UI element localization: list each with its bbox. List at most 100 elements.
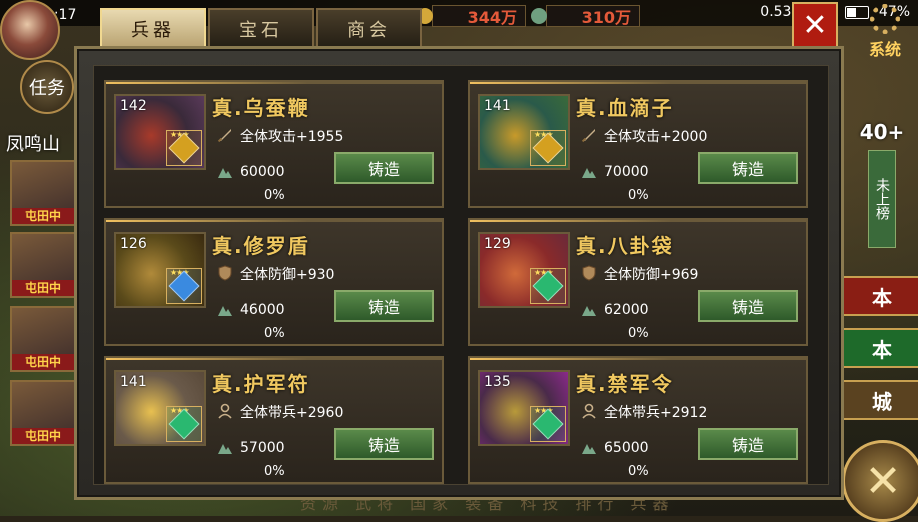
forge-button[interactable]: 铸造: [698, 152, 798, 184]
weapon-level: 135: [484, 374, 511, 390]
silver-icon: [218, 168, 232, 178]
forge-progress: 0%: [264, 188, 285, 203]
weapon-level: 142: [120, 98, 147, 114]
weapon-name: 真.护军符: [212, 372, 310, 396]
weapon-level: 129: [484, 236, 511, 252]
hero-status: 屯田中: [12, 208, 74, 224]
tab-gems[interactable]: 宝石: [208, 8, 314, 50]
weapon-stat: 全体防御+930: [240, 267, 335, 283]
forge-cost: 62000: [604, 302, 649, 318]
gem-slot: ★★★: [530, 406, 566, 442]
sword-icon: [217, 129, 231, 143]
gem-slot: ★★★: [530, 130, 566, 166]
weapon-name: 真.乌蚕鞭: [212, 96, 310, 120]
hero-portrait[interactable]: 屯田中: [10, 306, 76, 372]
forge-button-label: 铸造: [367, 160, 400, 179]
weapon-name: 真.修罗盾: [212, 234, 310, 258]
forge-progress: 0%: [264, 326, 285, 341]
area-label: 凤鸣山: [6, 134, 60, 155]
sword-icon: [581, 129, 595, 143]
mission-label: 任务: [29, 78, 65, 99]
weapon-name: 真.禁军令: [576, 372, 674, 396]
forge-button-label: 铸造: [367, 298, 400, 317]
weapon-stat: 全体带兵+2960: [240, 405, 344, 421]
forge-button[interactable]: 铸造: [698, 428, 798, 460]
forge-progress: 0%: [628, 326, 649, 341]
tab-label: 宝石: [239, 20, 283, 41]
forge-button[interactable]: 铸造: [334, 290, 434, 322]
gold-value: 344万: [467, 8, 517, 27]
weapon-stat: 全体带兵+2912: [604, 405, 708, 421]
rank-panel: 40+ 未上榜: [846, 120, 918, 270]
tab-guild[interactable]: 商会: [316, 8, 422, 50]
player-avatar[interactable]: [0, 0, 60, 60]
shield-icon: [218, 265, 232, 281]
system-button[interactable]: 系统: [852, 0, 918, 60]
shield-icon: [582, 265, 596, 281]
gem-slot: ★★★: [166, 130, 202, 166]
weapon-stat: 全体防御+969: [604, 267, 699, 283]
weapon-level: 126: [120, 236, 147, 252]
close-icon[interactable]: ✕: [792, 2, 838, 48]
side-button-label: 本: [872, 337, 892, 362]
weapon-card: 129 ★★★ 真.八卦袋 全体防御+969 62000 0% 铸造: [468, 218, 808, 346]
weapon-card: 141 ★★★ 真.血滴子 全体攻击+2000 70000 0% 铸造: [468, 80, 808, 208]
forge-cost: 60000: [240, 164, 285, 180]
food-counter: 310万: [531, 5, 640, 27]
forge-button[interactable]: 铸造: [334, 152, 434, 184]
close-panel-icon[interactable]: ✕: [842, 440, 918, 522]
hero-portrait[interactable]: 屯田中: [10, 160, 76, 226]
forge-progress: 0%: [628, 188, 649, 203]
weapon-image[interactable]: 126 ★★★: [114, 232, 206, 308]
gem-slot: ★★★: [166, 268, 202, 304]
weapon-image[interactable]: 142 ★★★: [114, 94, 206, 170]
forge-panel: 142 ★★★ 真.乌蚕鞭 全体攻击+1955 60000 0% 铸造 141 …: [74, 46, 844, 500]
forge-button[interactable]: 铸造: [334, 428, 434, 460]
forge-button[interactable]: 铸造: [698, 290, 798, 322]
forge-progress: 0%: [264, 464, 285, 479]
side-button-label: 本: [872, 285, 892, 310]
side-button[interactable]: 城: [842, 380, 918, 420]
silver-icon: [582, 444, 596, 454]
silver-icon: [218, 444, 232, 454]
weapon-image[interactable]: 141 ★★★: [478, 94, 570, 170]
side-button[interactable]: 本: [842, 276, 918, 316]
forge-button-label: 铸造: [731, 160, 764, 179]
forge-button-label: 铸造: [367, 436, 400, 455]
silver-icon: [582, 306, 596, 316]
hero-portrait[interactable]: 屯田中: [10, 380, 76, 446]
side-button[interactable]: 本: [842, 328, 918, 368]
side-button-label: 城: [872, 389, 892, 414]
rank-number: 40+: [859, 120, 905, 144]
forge-cost: 65000: [604, 440, 649, 456]
weapon-image[interactable]: 129 ★★★: [478, 232, 570, 308]
tab-weapons[interactable]: 兵器: [100, 8, 206, 50]
food-icon: [531, 8, 547, 24]
system-label: 系统: [868, 40, 901, 59]
mission-button[interactable]: 任务: [20, 60, 74, 114]
weapon-level: 141: [120, 374, 147, 390]
weapon-name: 真.血滴子: [576, 96, 674, 120]
gem-slot: ★★★: [530, 268, 566, 304]
hero-status: 屯田中: [12, 428, 74, 444]
gold-counter: 344万: [417, 5, 526, 27]
weapon-level: 141: [484, 98, 511, 114]
weapon-card: 126 ★★★ 真.修罗盾 全体防御+930 46000 0% 铸造: [104, 218, 444, 346]
weapon-stat: 全体攻击+1955: [240, 129, 344, 145]
forge-cost: 57000: [240, 440, 285, 456]
silver-icon: [582, 168, 596, 178]
weapon-name: 真.八卦袋: [576, 234, 674, 258]
soldier-icon: [582, 403, 596, 419]
forge-button-label: 铸造: [731, 436, 764, 455]
weapon-image[interactable]: 141 ★★★: [114, 370, 206, 446]
hero-portrait[interactable]: 屯田中: [10, 232, 76, 298]
tab-label: 兵器: [131, 20, 175, 41]
weapon-card: 135 ★★★ 真.禁军令 全体带兵+2912 65000 0% 铸造: [468, 356, 808, 484]
hero-status: 屯田中: [12, 280, 74, 296]
rank-label: 未上榜: [868, 150, 896, 248]
weapon-stat: 全体攻击+2000: [604, 129, 708, 145]
forge-cost: 70000: [604, 164, 649, 180]
weapon-image[interactable]: 135 ★★★: [478, 370, 570, 446]
weapon-card: 142 ★★★ 真.乌蚕鞭 全体攻击+1955 60000 0% 铸造: [104, 80, 444, 208]
silver-icon: [218, 306, 232, 316]
